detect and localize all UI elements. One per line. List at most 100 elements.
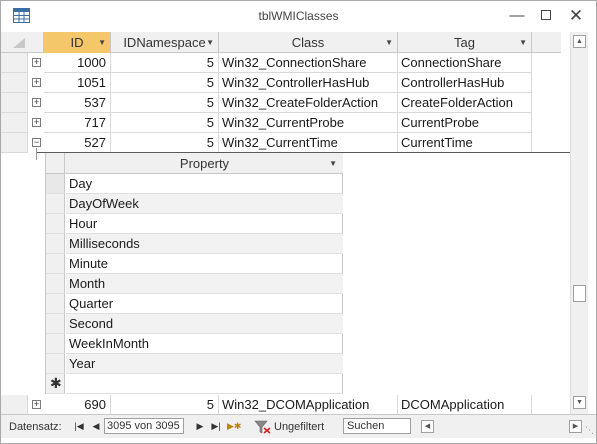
cell-property[interactable]: Minute bbox=[66, 254, 343, 274]
table-row[interactable]: + 1051 5 Win32_ControllerHasHub Controll… bbox=[1, 73, 561, 93]
expand-icon[interactable]: + bbox=[32, 118, 41, 127]
dropdown-arrow-icon[interactable]: ▼ bbox=[98, 32, 106, 53]
cell-tag[interactable]: CreateFolderAction bbox=[398, 93, 532, 113]
cell-idnamespace[interactable]: 5 bbox=[111, 93, 219, 113]
cell-id[interactable]: 537 bbox=[44, 93, 111, 113]
cell-id[interactable]: 690 bbox=[44, 395, 111, 415]
cell-property[interactable]: Day bbox=[66, 174, 343, 194]
scroll-up-icon[interactable]: ▲ bbox=[573, 35, 586, 48]
cell-id[interactable]: 1051 bbox=[44, 73, 111, 93]
list-item[interactable]: Minute bbox=[46, 254, 343, 274]
sub-select-all-corner[interactable] bbox=[46, 153, 65, 174]
cell-idnamespace[interactable]: 5 bbox=[111, 53, 219, 73]
list-item[interactable]: Second bbox=[46, 314, 343, 334]
row-selector[interactable] bbox=[1, 53, 28, 73]
row-selector[interactable]: ✱ bbox=[46, 374, 65, 394]
current-record-field[interactable]: 3095 von 3095 bbox=[104, 418, 184, 434]
minimize-button[interactable]: — bbox=[506, 5, 528, 27]
cell-tag[interactable]: DCOMApplication bbox=[398, 395, 532, 415]
cell-property[interactable]: Hour bbox=[66, 214, 343, 234]
column-header-id[interactable]: ID ▼ bbox=[44, 32, 111, 53]
collapse-icon[interactable]: − bbox=[32, 138, 41, 147]
row-selector[interactable] bbox=[46, 234, 65, 254]
cell-class[interactable]: Win32_CurrentTime bbox=[219, 133, 398, 153]
filter-status[interactable]: Ungefiltert bbox=[274, 421, 324, 433]
cell-idnamespace[interactable]: 5 bbox=[111, 395, 219, 415]
close-button[interactable]: ✕ bbox=[565, 5, 587, 27]
scroll-thumb[interactable] bbox=[573, 285, 586, 302]
cell-class[interactable]: Win32_ConnectionShare bbox=[219, 53, 398, 73]
cell-class[interactable]: Win32_ControllerHasHub bbox=[219, 73, 398, 93]
list-item[interactable]: DayOfWeek bbox=[46, 194, 343, 214]
next-record-icon[interactable]: ▶ bbox=[194, 419, 206, 433]
horizontal-scrollbar[interactable]: ◀ ▶ bbox=[421, 420, 586, 433]
dropdown-arrow-icon[interactable]: ▼ bbox=[519, 32, 527, 53]
first-record-icon[interactable]: |◀ bbox=[73, 419, 85, 433]
list-item[interactable]: Hour bbox=[46, 214, 343, 234]
cell-idnamespace[interactable]: 5 bbox=[111, 73, 219, 93]
cell-class[interactable]: Win32_CreateFolderAction bbox=[219, 93, 398, 113]
row-selector[interactable] bbox=[46, 354, 65, 374]
cell-class[interactable]: Win32_CurrentProbe bbox=[219, 113, 398, 133]
row-selector[interactable] bbox=[1, 133, 28, 153]
resize-grip-icon[interactable]: ⋱ bbox=[585, 425, 594, 436]
sort-ascending-icon[interactable]: ▼ bbox=[385, 32, 393, 53]
row-selector[interactable] bbox=[46, 314, 65, 334]
cell-id[interactable]: 527 bbox=[44, 133, 111, 153]
table-row[interactable]: − 527 5 Win32_CurrentTime CurrentTime bbox=[1, 133, 561, 153]
table-row[interactable]: + 537 5 Win32_CreateFolderAction CreateF… bbox=[1, 93, 561, 113]
cell-property[interactable]: Month bbox=[66, 274, 343, 294]
new-record-nav-icon[interactable]: ▶✱ bbox=[227, 419, 241, 433]
list-item[interactable]: Milliseconds bbox=[46, 234, 343, 254]
expand-icon[interactable]: + bbox=[32, 78, 41, 87]
cell-class[interactable]: Win32_DCOMApplication bbox=[219, 395, 398, 415]
cell-id[interactable]: 1000 bbox=[44, 53, 111, 73]
row-selector[interactable] bbox=[1, 73, 28, 93]
last-record-icon[interactable]: ▶| bbox=[210, 419, 222, 433]
row-selector[interactable] bbox=[46, 214, 65, 234]
column-header-idnamespace[interactable]: IDNamespace ▼ bbox=[111, 32, 219, 53]
row-selector[interactable] bbox=[1, 93, 28, 113]
scroll-left-icon[interactable]: ◀ bbox=[421, 420, 434, 433]
table-row[interactable]: + 717 5 Win32_CurrentProbe CurrentProbe bbox=[1, 113, 561, 133]
vertical-scrollbar[interactable]: ▲ ▼ bbox=[570, 32, 588, 414]
dropdown-arrow-icon[interactable]: ▼ bbox=[329, 153, 337, 174]
table-row[interactable]: + 1000 5 Win32_ConnectionShare Connectio… bbox=[1, 53, 561, 73]
cell-property[interactable]: Year bbox=[66, 354, 343, 374]
scroll-down-icon[interactable]: ▼ bbox=[573, 396, 586, 409]
row-selector[interactable] bbox=[1, 395, 28, 415]
cell-property[interactable]: Quarter bbox=[66, 294, 343, 314]
maximize-button[interactable] bbox=[535, 5, 557, 27]
row-selector[interactable] bbox=[46, 174, 65, 194]
row-selector[interactable] bbox=[46, 294, 65, 314]
list-item[interactable]: Month bbox=[46, 274, 343, 294]
column-header-tag[interactable]: Tag ▼ bbox=[398, 32, 532, 53]
cell-tag[interactable]: CurrentProbe bbox=[398, 113, 532, 133]
expand-icon[interactable]: + bbox=[32, 98, 41, 107]
cell-idnamespace[interactable]: 5 bbox=[111, 133, 219, 153]
cell-tag[interactable]: ControllerHasHub bbox=[398, 73, 532, 93]
row-selector[interactable] bbox=[1, 113, 28, 133]
cell-property[interactable]: DayOfWeek bbox=[66, 194, 343, 214]
select-all-corner[interactable] bbox=[1, 32, 44, 53]
expand-icon[interactable]: + bbox=[32, 58, 41, 67]
cell-tag[interactable]: ConnectionShare bbox=[398, 53, 532, 73]
cell-id[interactable]: 717 bbox=[44, 113, 111, 133]
row-selector[interactable] bbox=[46, 194, 65, 214]
cell-property[interactable]: WeekInMonth bbox=[66, 334, 343, 354]
column-header-class[interactable]: Class ▼ bbox=[219, 32, 398, 53]
list-item[interactable]: WeekInMonth bbox=[46, 334, 343, 354]
cell-property[interactable]: Milliseconds bbox=[66, 234, 343, 254]
previous-record-icon[interactable]: ◀ bbox=[90, 419, 102, 433]
row-selector[interactable] bbox=[46, 274, 65, 294]
new-record-row[interactable]: ✱ bbox=[46, 374, 343, 394]
row-selector[interactable] bbox=[46, 254, 65, 274]
list-item[interactable]: Day bbox=[46, 174, 343, 194]
row-selector[interactable] bbox=[46, 334, 65, 354]
column-header-property[interactable]: Property bbox=[66, 153, 343, 174]
expand-icon[interactable]: + bbox=[32, 400, 41, 409]
filter-icon[interactable] bbox=[254, 420, 271, 434]
list-item[interactable]: Year bbox=[46, 354, 343, 374]
dropdown-arrow-icon[interactable]: ▼ bbox=[206, 32, 214, 53]
table-row[interactable]: + 690 5 Win32_DCOMApplication DCOMApplic… bbox=[1, 395, 561, 415]
